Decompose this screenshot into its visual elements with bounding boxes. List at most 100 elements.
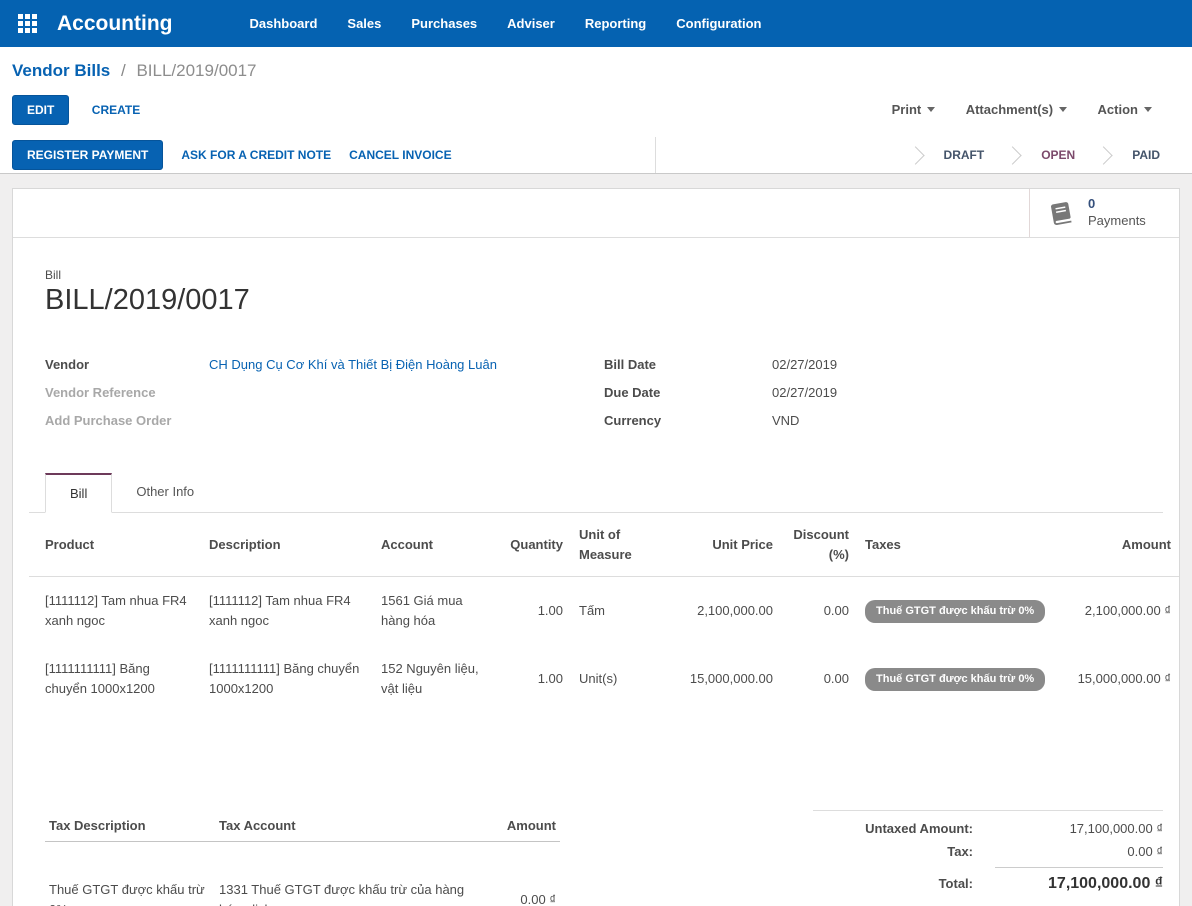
table-row: Thuế GTGT được khấu trừ 0% 1331 Thuế GTG… <box>45 841 560 906</box>
cell-discount: 0.00 <box>823 603 849 619</box>
cell-description: [1111112] Tam nhua FR4 xanh ngoc <box>209 593 351 629</box>
apps-grid-icon[interactable] <box>18 14 37 33</box>
col-tax-amount: Amount <box>470 809 560 842</box>
col-unit-price: Unit Price <box>667 513 781 577</box>
untaxed-amount-label: Untaxed Amount: <box>865 820 973 836</box>
cell-tax-account: 1331 Thuế GTGT được khấu trừ của hàng hó… <box>215 841 470 906</box>
nav-item-configuration[interactable]: Configuration <box>676 16 761 31</box>
nav-item-reporting[interactable]: Reporting <box>585 16 646 31</box>
cell-tax-description: Thuế GTGT được khấu trừ 0% <box>45 841 215 906</box>
print-dropdown-label: Print <box>891 102 922 117</box>
cell-amount: 2,100,000.00 ₫ <box>1084 603 1171 619</box>
notebook-tabs: Bill Other Info <box>29 473 1163 513</box>
chevron-down-icon <box>927 107 936 112</box>
col-description: Description <box>201 513 373 577</box>
bill-date-value: 02/27/2019 <box>772 357 838 372</box>
cancel-invoice-button[interactable]: CANCEL INVOICE <box>349 148 451 162</box>
breadcrumb-current: BILL/2019/0017 <box>136 61 257 80</box>
nav-item-sales[interactable]: Sales <box>347 16 381 31</box>
vendor-link[interactable]: CH Dụng Cụ Cơ Khí và Thiết Bị Điện Hoàng… <box>209 357 497 372</box>
cell-account: 1561 Giá mua hàng hóa <box>381 593 463 629</box>
bill-number-title: BILL/2019/0017 <box>45 284 250 316</box>
due-date-value: 02/27/2019 <box>772 385 838 400</box>
print-dropdown[interactable]: Print <box>892 102 936 117</box>
totals-block: Untaxed Amount: 17,100,000.00 ₫ Tax: 0.0… <box>813 809 1163 906</box>
lines-header-row: Product Description Account Quantity Uni… <box>29 513 1179 577</box>
add-purchase-order-label[interactable]: Add Purchase Order <box>45 413 209 428</box>
invoice-lines-table: Product Description Account Quantity Uni… <box>29 513 1179 714</box>
chevron-down-icon <box>1059 107 1068 112</box>
cp-left-buttons: EDIT CREATE <box>12 95 140 125</box>
nav-item-purchases[interactable]: Purchases <box>411 16 477 31</box>
tax-summary-table: Tax Description Tax Account Amount Thuế … <box>45 809 560 906</box>
col-tax-account: Tax Account <box>215 809 470 842</box>
cell-product: [1111111111] Băng chuyển 1000x1200 <box>45 661 155 697</box>
tax-total-value: 0.00 ₫ <box>1127 843 1163 859</box>
page-background: 0 Payments Bill BILL/2019/0017 Vendor CH… <box>0 174 1192 906</box>
fields-left-column: Vendor CH Dụng Cụ Cơ Khí và Thiết Bị Điệ… <box>45 357 604 441</box>
control-panel: Vendor Bills / BILL/2019/0017 EDIT CREAT… <box>0 47 1192 174</box>
field-groups: Vendor CH Dụng Cụ Cơ Khí và Thiết Bị Điệ… <box>45 357 1163 441</box>
untaxed-amount-value: 17,100,000.00 ₫ <box>1069 820 1163 836</box>
total-value: 17,100,000.00 ₫ <box>995 866 1163 893</box>
total-label: Total: <box>938 875 973 891</box>
chevron-down-icon <box>1144 107 1152 112</box>
bill-form-sheet: 0 Payments Bill BILL/2019/0017 Vendor CH… <box>12 188 1180 906</box>
cell-product: [1111112] Tam nhua FR4 xanh ngoc <box>45 593 187 629</box>
payments-label: Payments <box>1088 213 1146 228</box>
app-title[interactable]: Accounting <box>57 12 173 36</box>
cell-amount: 15,000,000.00 ₫ <box>1077 671 1171 687</box>
action-dropdown[interactable]: Action <box>1098 102 1152 117</box>
statusbar-buttons: REGISTER PAYMENT ASK FOR A CREDIT NOTE C… <box>0 140 452 170</box>
tax-total-label: Tax: <box>947 843 973 859</box>
currency-label: Currency <box>604 413 662 428</box>
col-uom: Unit of Measure <box>571 513 667 577</box>
payments-count: 0 <box>1088 196 1096 212</box>
cell-uom: Unit(s) <box>579 671 618 687</box>
create-button[interactable]: CREATE <box>92 103 140 117</box>
statusbar-states: DRAFT OPEN PAID <box>905 137 1192 173</box>
col-product: Product <box>29 513 201 577</box>
nav-item-dashboard[interactable]: Dashboard <box>250 16 318 31</box>
cell-tax-amount: 0.00 ₫ <box>470 841 560 906</box>
bill-date-label: Bill Date <box>604 357 657 372</box>
attachments-dropdown[interactable]: Attachment(s) <box>965 102 1068 117</box>
state-open[interactable]: OPEN <box>1019 148 1097 162</box>
due-date-label: Due Date <box>604 385 661 400</box>
state-paid[interactable]: PAID <box>1110 148 1182 162</box>
cell-quantity: 1.00 <box>537 671 563 687</box>
payments-smart-button[interactable]: 0 Payments <box>1029 189 1179 237</box>
cp-right-dropdowns: Print Attachment(s) Action <box>866 101 1152 119</box>
ask-credit-note-button[interactable]: ASK FOR A CREDIT NOTE <box>181 148 331 162</box>
register-payment-button[interactable]: REGISTER PAYMENT <box>12 140 164 170</box>
cell-quantity: 1.00 <box>537 603 563 619</box>
sheet-button-box: 0 Payments <box>13 189 1179 238</box>
currency-value: VND <box>772 413 800 428</box>
state-draft[interactable]: DRAFT <box>922 148 1007 162</box>
edit-button[interactable]: EDIT <box>12 95 70 125</box>
statusbar-divider <box>655 137 656 173</box>
top-nav: Accounting Dashboard Sales Purchases Adv… <box>0 0 1192 47</box>
col-taxes: Taxes <box>857 513 1053 577</box>
status-bar: REGISTER PAYMENT ASK FOR A CREDIT NOTE C… <box>0 137 1192 174</box>
col-discount: Discount (%) <box>781 513 857 577</box>
attachments-dropdown-label: Attachment(s) <box>965 102 1054 117</box>
table-row[interactable]: [1111112] Tam nhua FR4 xanh ngoc [111111… <box>29 577 1179 646</box>
tab-other-info[interactable]: Other Info <box>112 473 218 512</box>
tax-header-row: Tax Description Tax Account Amount <box>45 809 560 842</box>
cell-unit-price: 15,000,000.00 <box>689 671 773 687</box>
cell-discount: 0.00 <box>823 671 849 687</box>
action-dropdown-label: Action <box>1097 102 1138 117</box>
journal-book-icon <box>1051 202 1072 226</box>
breadcrumb: Vendor Bills / BILL/2019/0017 <box>0 47 1192 87</box>
vendor-label: Vendor <box>45 357 90 372</box>
tab-bill[interactable]: Bill <box>45 473 113 513</box>
col-account: Account <box>373 513 489 577</box>
nav-item-adviser[interactable]: Adviser <box>507 16 555 31</box>
breadcrumb-separator: / <box>120 61 126 80</box>
tax-badge: Thuế GTGT được khấu trừ 0% <box>865 599 1046 623</box>
breadcrumb-vendor-bills-link[interactable]: Vendor Bills <box>12 61 110 80</box>
tax-badge: Thuế GTGT được khấu trừ 0% <box>865 667 1046 691</box>
table-row[interactable]: [1111111111] Băng chuyển 1000x1200 [1111… <box>29 645 1179 713</box>
col-tax-description: Tax Description <box>45 809 215 842</box>
